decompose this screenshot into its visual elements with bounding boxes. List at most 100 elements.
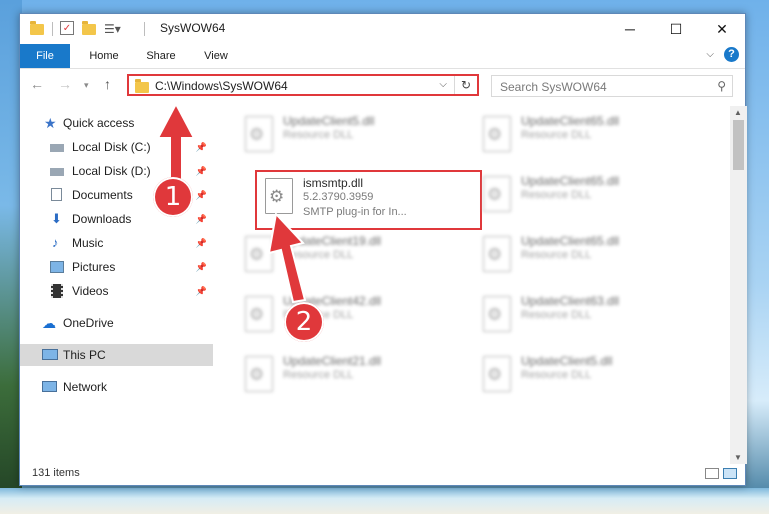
nav-local-disk-d[interactable]: Local Disk (D:) 📌 — [20, 160, 213, 182]
nav-quick-access[interactable]: ★ Quick access — [20, 112, 213, 134]
divider — [144, 22, 145, 36]
file-item[interactable]: UpdateClient65.dll Resource DLL — [475, 110, 695, 166]
details-view-icon[interactable] — [705, 468, 719, 479]
nav-onedrive[interactable]: ☁ OneDrive — [20, 312, 213, 334]
nav-label: This PC — [63, 348, 106, 362]
nav-label: Local Disk (D:) — [72, 164, 151, 178]
window-title: SysWOW64 — [160, 21, 226, 35]
file-item[interactable]: UpdateClient65.dll Resource DLL — [475, 170, 695, 226]
properties-icon[interactable]: ✓ — [60, 21, 74, 35]
dll-file-icon — [245, 356, 273, 392]
drive-icon — [50, 168, 64, 176]
nav-local-disk-c[interactable]: Local Disk (C:) 📌 — [20, 136, 213, 158]
back-icon[interactable]: ← — [30, 76, 44, 92]
file-item[interactable]: UpdateClient65.dll Resource DLL — [475, 230, 695, 286]
up-icon[interactable]: ↑ — [104, 76, 111, 92]
file-item[interactable]: UpdateClient19.dll Resource DLL — [237, 230, 457, 286]
file-version: 5.2.3790.3959 — [303, 191, 374, 203]
music-icon: ♪ — [52, 235, 59, 250]
scrollbar-thumb[interactable] — [733, 120, 744, 170]
pin-icon: 📌 — [195, 142, 207, 152]
scroll-up-icon[interactable]: ▲ — [734, 108, 742, 117]
help-icon[interactable]: ? — [724, 47, 739, 62]
recent-locations-icon[interactable]: ▾ — [84, 80, 89, 91]
file-item-ismsmtp[interactable]: ismsmtp.dll 5.2.3790.3959 SMTP plug-in f… — [255, 170, 482, 230]
step-2-badge: 2 — [284, 302, 324, 342]
tab-file[interactable]: File — [20, 44, 70, 68]
address-bar[interactable]: C:\Windows\SysWOW64 ⌵ ↻ — [127, 74, 479, 96]
divider — [52, 22, 53, 36]
file-name: UpdateClient19.dll — [283, 234, 382, 248]
dll-file-icon — [245, 236, 273, 272]
tab-share[interactable]: Share — [138, 44, 184, 68]
network-icon — [42, 381, 57, 392]
cloud-icon: ☁ — [42, 315, 56, 331]
nav-music[interactable]: ♪ Music 📌 — [20, 232, 213, 254]
pin-icon: 📌 — [195, 190, 207, 200]
title-bar: ✓ ☰▾ SysWOW64 ─ ☐ ✕ — [20, 14, 745, 44]
dll-file-icon — [483, 236, 511, 272]
pin-icon: 📌 — [195, 166, 207, 176]
file-description: Resource DLL — [283, 369, 354, 381]
vertical-scrollbar[interactable]: ▲ ▼ — [730, 106, 747, 464]
search-box[interactable]: Search SysWOW64 ⚲ — [491, 75, 733, 97]
nav-label: Videos — [72, 284, 109, 298]
file-description: SMTP plug-in for In... — [303, 206, 407, 218]
maximize-button[interactable]: ☐ — [653, 14, 699, 44]
nav-label: Documents — [72, 188, 133, 202]
ribbon: File Home Share View ⌵ ? — [20, 44, 745, 69]
forward-icon[interactable]: → — [58, 76, 72, 92]
nav-label: OneDrive — [63, 316, 114, 330]
nav-pictures[interactable]: Pictures 📌 — [20, 256, 213, 278]
nav-videos[interactable]: Videos 📌 — [20, 280, 213, 302]
file-explorer-window: ✓ ☰▾ SysWOW64 ─ ☐ ✕ File Home Share View… — [19, 13, 747, 486]
videos-icon — [51, 284, 63, 298]
dll-file-icon — [245, 116, 273, 152]
scroll-down-icon[interactable]: ▼ — [734, 453, 742, 462]
file-description: Resource DLL — [521, 129, 592, 141]
file-item[interactable]: UpdateClient21.dll Resource DLL — [237, 350, 457, 406]
dll-file-icon — [483, 356, 511, 392]
navigation-pane: ★ Quick access Local Disk (C:) 📌 Local D… — [20, 104, 213, 464]
nav-label: Network — [63, 380, 108, 394]
minimize-button[interactable]: ─ — [607, 14, 653, 44]
pin-icon: 📌 — [195, 262, 207, 272]
tiles-view-icon[interactable] — [723, 468, 737, 479]
computer-icon — [42, 349, 58, 360]
file-item[interactable]: UpdateClient63.dll Resource DLL — [475, 290, 695, 346]
pin-icon: 📌 — [195, 286, 207, 296]
file-name: ismsmtp.dll — [303, 176, 364, 190]
file-list: UpdateClient5.dll Resource DLL ismsmtp.d… — [223, 106, 731, 464]
file-description: Resource DLL — [521, 189, 592, 201]
close-button[interactable]: ✕ — [699, 14, 745, 44]
expand-ribbon-icon[interactable]: ⌵ — [706, 49, 714, 60]
search-icon: ⚲ — [717, 79, 726, 93]
desktop-background-bottom — [0, 488, 769, 514]
tab-view[interactable]: View — [196, 44, 236, 68]
file-item[interactable]: UpdateClient5.dll Resource DLL — [475, 350, 695, 406]
search-input[interactable]: Search SysWOW64 — [500, 80, 607, 94]
file-name: UpdateClient63.dll — [521, 294, 620, 308]
refresh-icon[interactable]: ↻ — [454, 76, 477, 94]
address-path[interactable]: C:\Windows\SysWOW64 — [155, 79, 288, 93]
pictures-icon — [50, 261, 64, 273]
new-folder-icon[interactable] — [82, 20, 96, 37]
chevron-down-icon[interactable]: ⌵ — [439, 79, 447, 90]
file-description: Resource DLL — [283, 249, 354, 261]
nav-label: Local Disk (C:) — [72, 140, 151, 154]
file-item[interactable]: UpdateClient42.dll Resource DLL — [237, 290, 457, 346]
nav-network[interactable]: Network — [20, 376, 213, 398]
file-name: UpdateClient21.dll — [283, 354, 382, 368]
nav-label: Music — [72, 236, 104, 250]
file-description: Resource DLL — [521, 369, 592, 381]
nav-label: Downloads — [72, 212, 132, 226]
dll-file-icon — [483, 116, 511, 152]
nav-this-pc[interactable]: This PC — [20, 344, 213, 366]
dll-file-icon — [265, 178, 293, 214]
step-1-badge: 1 — [153, 177, 193, 217]
tab-home[interactable]: Home — [82, 44, 126, 68]
downloads-icon: ⬇ — [51, 211, 62, 226]
file-item[interactable]: UpdateClient5.dll Resource DLL — [237, 110, 457, 166]
star-icon: ★ — [44, 115, 57, 131]
customize-toolbar-icon[interactable]: ☰▾ — [104, 21, 121, 37]
